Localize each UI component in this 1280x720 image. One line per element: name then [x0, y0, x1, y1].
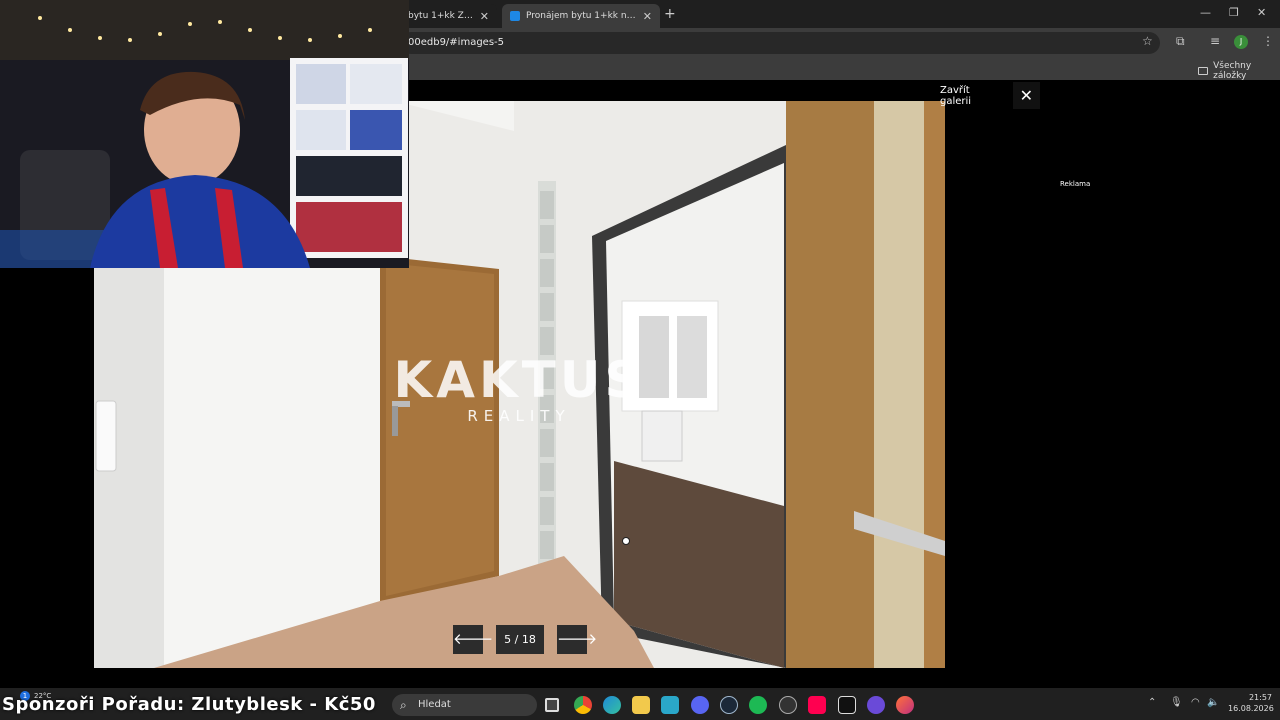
next-image-button[interactable]: 🡒	[557, 625, 597, 654]
wifi-icon[interactable]: ◠	[1191, 697, 1200, 708]
file-explorer-icon[interactable]	[632, 696, 650, 714]
new-tab-button[interactable]: +	[664, 6, 676, 22]
discord-icon[interactable]	[691, 696, 709, 714]
arrow-left-icon: 🡐	[453, 630, 494, 648]
spotify-icon[interactable]	[749, 696, 767, 714]
app-icon[interactable]	[867, 696, 885, 714]
tab-close-icon[interactable]: ✕	[643, 10, 652, 23]
clock-time: 21:57	[1248, 693, 1272, 702]
close-gallery-label[interactable]: Zavřít galerii	[940, 85, 1003, 107]
close-gallery[interactable]: Zavřít galerii ✕	[940, 82, 1040, 109]
tab-zlin[interactable]: bytu 1+kk Zlín • Srea... ✕	[400, 4, 497, 28]
all-bookmarks-label: Všechny záložky	[1213, 61, 1252, 81]
webcam-overlay	[0, 0, 409, 268]
tab-close-icon[interactable]: ✕	[480, 10, 489, 23]
window-close-icon[interactable]: ✕	[1257, 6, 1266, 19]
search-placeholder: Hledat	[418, 699, 451, 710]
favicon-icon	[510, 11, 520, 21]
tab-title: bytu 1+kk Zlín • Srea...	[408, 11, 474, 21]
notepad-icon[interactable]	[661, 696, 679, 714]
tab-pronajem-active[interactable]: Pronájem bytu 1+kk na ulici Str... ✕	[502, 4, 660, 28]
address-bar[interactable]: 00edb9/#images-5	[400, 32, 1160, 54]
prev-image-button[interactable]: 🡐	[453, 625, 493, 654]
search-icon: ⌕	[400, 698, 407, 712]
extensions-icon[interactable]: ⧉	[1176, 34, 1185, 49]
bookmark-star-icon[interactable]: ☆	[1142, 34, 1153, 48]
steam-icon[interactable]	[720, 696, 738, 714]
menu-kebab-icon[interactable]: ⋮	[1262, 34, 1274, 48]
chrome-icon[interactable]	[574, 696, 592, 714]
image-counter: 5 / 18	[496, 625, 544, 654]
watermark-brand: KAKTUS	[393, 351, 645, 409]
all-bookmarks-button[interactable]: Všechny záložky	[1198, 61, 1280, 81]
firefox-icon[interactable]	[896, 696, 914, 714]
tab-title: Pronájem bytu 1+kk na ulici Str...	[526, 11, 637, 21]
obs-icon[interactable]	[779, 696, 797, 714]
taskbar-search[interactable]: ⌕ Hledat	[392, 694, 537, 716]
edge-icon[interactable]	[603, 696, 621, 714]
mouse-cursor-icon	[622, 537, 630, 545]
capcut-icon[interactable]	[838, 696, 856, 714]
close-icon[interactable]: ✕	[1012, 82, 1040, 109]
ad-label: Reklama	[1060, 180, 1091, 188]
microphone-icon[interactable]: 🎙	[1170, 697, 1183, 708]
folder-icon	[1198, 67, 1209, 75]
tiktok-icon[interactable]	[808, 696, 826, 714]
watermark-sub: REALITY	[467, 407, 571, 425]
sponsor-overlay-text: Sponzoři Pořadu: Zlutyblesk - Kč50	[2, 694, 376, 715]
media-control-icon[interactable]: ≡	[1210, 34, 1220, 48]
speaker-icon[interactable]: 🔈	[1207, 697, 1219, 708]
streamer-webcam-image	[0, 0, 409, 268]
clock[interactable]: 21:57 16.08.2026	[1228, 692, 1274, 714]
task-view-icon[interactable]	[545, 698, 559, 712]
profile-avatar[interactable]: J	[1234, 35, 1248, 49]
restore-icon[interactable]: ❐	[1229, 6, 1239, 19]
tray-chevron-icon[interactable]: ⌃	[1148, 697, 1156, 708]
arrow-right-icon: 🡒	[557, 630, 598, 648]
clock-date: 16.08.2026	[1228, 704, 1274, 713]
minimize-icon[interactable]: —	[1200, 6, 1211, 19]
